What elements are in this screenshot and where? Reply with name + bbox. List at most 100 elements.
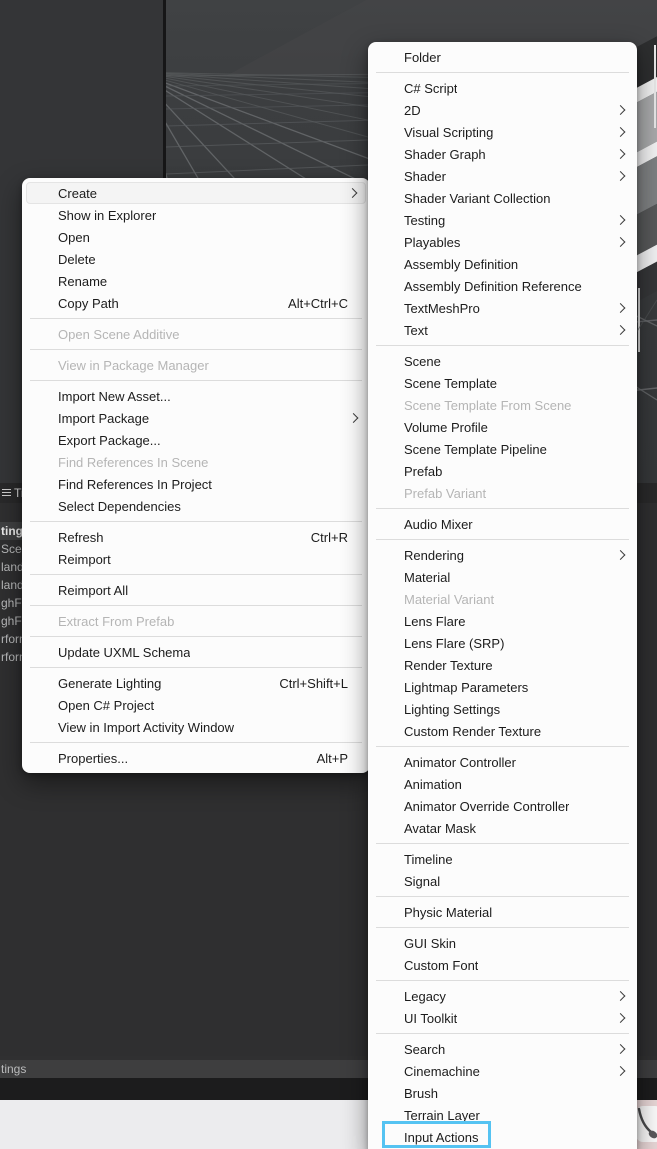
menu-item-view-in-import-activity-window[interactable]: View in Import Activity Window xyxy=(22,716,370,738)
menu-item-lens-flare[interactable]: Lens Flare xyxy=(368,610,637,632)
menu-item-label: Testing xyxy=(404,213,445,228)
menu-item-timeline[interactable]: Timeline xyxy=(368,848,637,870)
menu-item-signal[interactable]: Signal xyxy=(368,870,637,892)
menu-item-ui-toolkit[interactable]: UI Toolkit xyxy=(368,1007,637,1029)
menu-item-search[interactable]: Search xyxy=(368,1038,637,1060)
menu-item-custom-font[interactable]: Custom Font xyxy=(368,954,637,976)
menu-shortcut: Alt+P xyxy=(317,751,356,766)
menu-item-animator-controller[interactable]: Animator Controller xyxy=(368,751,637,773)
menu-item-physic-material[interactable]: Physic Material xyxy=(368,901,637,923)
menu-item-scene-template[interactable]: Scene Template xyxy=(368,372,637,394)
separator-line xyxy=(376,746,629,747)
menu-item-properties[interactable]: Properties...Alt+P xyxy=(22,747,370,769)
menu-item-label: Animator Controller xyxy=(404,755,516,770)
menu-item-label: Scene Template Pipeline xyxy=(404,442,547,457)
menu-item-copy-path[interactable]: Copy PathAlt+Ctrl+C xyxy=(22,292,370,314)
menu-item-open[interactable]: Open xyxy=(22,226,370,248)
menu-separator xyxy=(368,976,637,985)
menu-item-assembly-definition[interactable]: Assembly Definition xyxy=(368,253,637,275)
menu-item-import-package[interactable]: Import Package xyxy=(22,407,370,429)
menu-item-terrain-layer[interactable]: Terrain Layer xyxy=(368,1104,637,1126)
menu-item-lightmap-parameters[interactable]: Lightmap Parameters xyxy=(368,676,637,698)
menu-item-label: Material xyxy=(404,570,450,585)
menu-item-textmeshpro[interactable]: TextMeshPro xyxy=(368,297,637,319)
menu-item-label: Scene Template xyxy=(404,376,497,391)
menu-item-rendering[interactable]: Rendering xyxy=(368,544,637,566)
menu-item-folder[interactable]: Folder xyxy=(368,46,637,68)
menu-item-prefab-variant: Prefab Variant xyxy=(368,482,637,504)
menu-item-scene-template-pipeline[interactable]: Scene Template Pipeline xyxy=(368,438,637,460)
menu-item-label: UI Toolkit xyxy=(404,1011,457,1026)
menu-separator xyxy=(22,345,370,354)
menu-item-open-scene-additive: Open Scene Additive xyxy=(22,323,370,345)
menu-item-label: Cinemachine xyxy=(404,1064,480,1079)
menu-item-custom-render-texture[interactable]: Custom Render Texture xyxy=(368,720,637,742)
menu-item-cinemachine[interactable]: Cinemachine xyxy=(368,1060,637,1082)
menu-separator xyxy=(368,341,637,350)
separator-line xyxy=(30,605,362,606)
submenu-arrow-icon xyxy=(616,149,626,159)
menu-item-label: Volume Profile xyxy=(404,420,488,435)
menu-item-legacy[interactable]: Legacy xyxy=(368,985,637,1007)
menu-item-label: Custom Render Texture xyxy=(404,724,541,739)
menu-item-label: Assembly Definition Reference xyxy=(404,279,582,294)
menu-item-reimport-all[interactable]: Reimport All xyxy=(22,579,370,601)
menu-item-refresh[interactable]: RefreshCtrl+R xyxy=(22,526,370,548)
menu-item-animation[interactable]: Animation xyxy=(368,773,637,795)
menu-item-material-variant: Material Variant xyxy=(368,588,637,610)
menu-item-playables[interactable]: Playables xyxy=(368,231,637,253)
menu-item-shader[interactable]: Shader xyxy=(368,165,637,187)
menu-shortcut: Ctrl+R xyxy=(311,530,356,545)
menu-item-input-actions[interactable]: Input Actions xyxy=(368,1126,637,1148)
menu-item-prefab[interactable]: Prefab xyxy=(368,460,637,482)
menu-item-label: TextMeshPro xyxy=(404,301,480,316)
menu-item-assembly-definition-reference[interactable]: Assembly Definition Reference xyxy=(368,275,637,297)
menu-item-gui-skin[interactable]: GUI Skin xyxy=(368,932,637,954)
menu-item-render-texture[interactable]: Render Texture xyxy=(368,654,637,676)
menu-item-label: 2D xyxy=(404,103,421,118)
menu-item-testing[interactable]: Testing xyxy=(368,209,637,231)
menu-item-reimport[interactable]: Reimport xyxy=(22,548,370,570)
menu-separator xyxy=(22,570,370,579)
submenu-arrow-icon xyxy=(616,550,626,560)
menu-item-lighting-settings[interactable]: Lighting Settings xyxy=(368,698,637,720)
menu-item-find-references-in-project[interactable]: Find References In Project xyxy=(22,473,370,495)
brush-asset-tile[interactable] xyxy=(636,1106,657,1142)
menu-item-show-in-explorer[interactable]: Show in Explorer xyxy=(22,204,370,226)
menu-item-generate-lighting[interactable]: Generate LightingCtrl+Shift+L xyxy=(22,672,370,694)
menu-item-rename[interactable]: Rename xyxy=(22,270,370,292)
menu-item-export-package[interactable]: Export Package... xyxy=(22,429,370,451)
menu-item-open-c-project[interactable]: Open C# Project xyxy=(22,694,370,716)
menu-item-2d[interactable]: 2D xyxy=(368,99,637,121)
menu-item-visual-scripting[interactable]: Visual Scripting xyxy=(368,121,637,143)
submenu-arrow-icon xyxy=(616,1013,626,1023)
menu-item-shader-variant-collection[interactable]: Shader Variant Collection xyxy=(368,187,637,209)
menu-item-create[interactable]: Create xyxy=(26,182,366,204)
submenu-arrow-icon xyxy=(616,1066,626,1076)
menu-separator xyxy=(22,314,370,323)
menu-item-label: Find References In Project xyxy=(58,477,212,492)
menu-item-import-new-asset[interactable]: Import New Asset... xyxy=(22,385,370,407)
menu-separator xyxy=(368,923,637,932)
menu-item-delete[interactable]: Delete xyxy=(22,248,370,270)
menu-item-label: Import Package xyxy=(58,411,149,426)
menu-item-c-script[interactable]: C# Script xyxy=(368,77,637,99)
menu-item-material[interactable]: Material xyxy=(368,566,637,588)
menu-separator xyxy=(368,742,637,751)
menu-item-avatar-mask[interactable]: Avatar Mask xyxy=(368,817,637,839)
menu-item-shader-graph[interactable]: Shader Graph xyxy=(368,143,637,165)
menu-item-audio-mixer[interactable]: Audio Mixer xyxy=(368,513,637,535)
submenu-arrow-icon xyxy=(616,325,626,335)
menu-item-label: Scene Template From Scene xyxy=(404,398,571,413)
menu-item-animator-override-controller[interactable]: Animator Override Controller xyxy=(368,795,637,817)
menu-item-volume-profile[interactable]: Volume Profile xyxy=(368,416,637,438)
menu-item-text[interactable]: Text xyxy=(368,319,637,341)
menu-item-lens-flare-srp[interactable]: Lens Flare (SRP) xyxy=(368,632,637,654)
separator-line xyxy=(376,539,629,540)
menu-item-scene[interactable]: Scene xyxy=(368,350,637,372)
menu-item-update-uxml-schema[interactable]: Update UXML Schema xyxy=(22,641,370,663)
menu-item-label: Lens Flare (SRP) xyxy=(404,636,504,651)
menu-item-select-dependencies[interactable]: Select Dependencies xyxy=(22,495,370,517)
menu-item-brush[interactable]: Brush xyxy=(368,1082,637,1104)
menu-item-label: Search xyxy=(404,1042,445,1057)
